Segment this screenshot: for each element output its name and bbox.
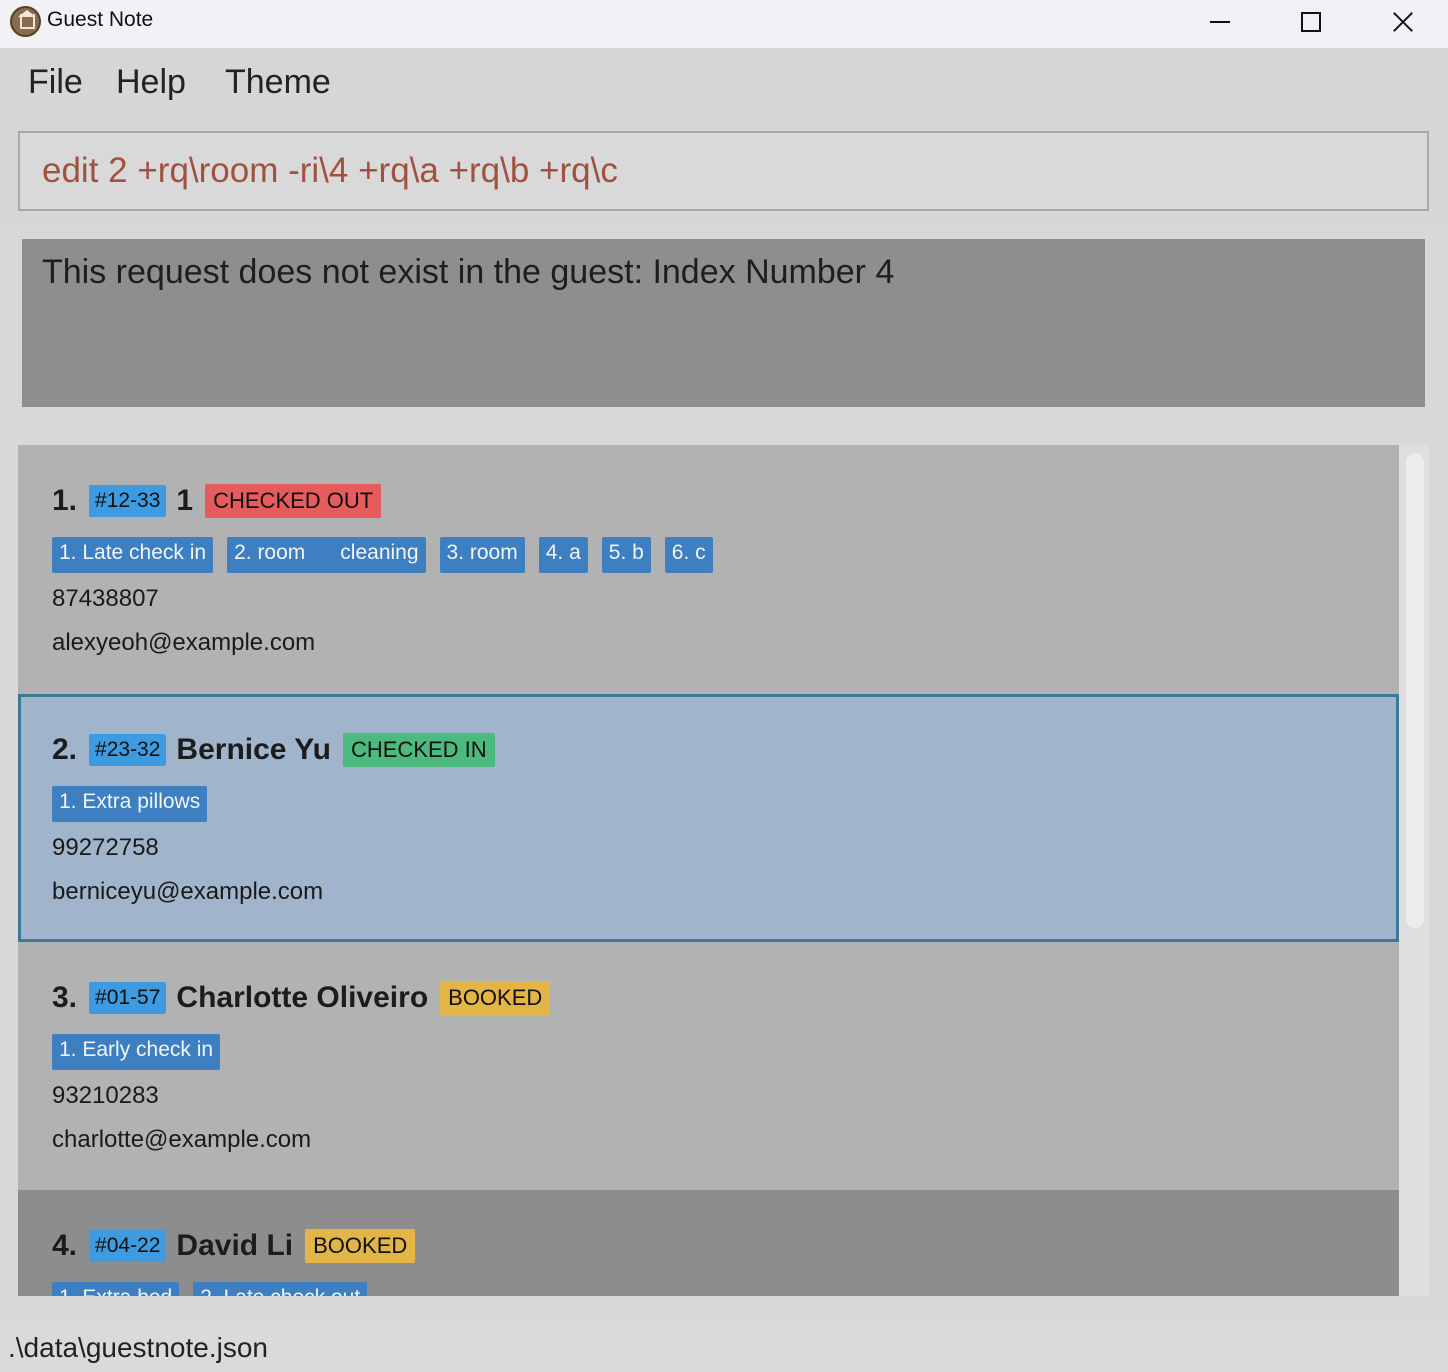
command-input[interactable]: edit 2 +rq\room -ri\4 +rq\a +rq\b +rq\c	[18, 131, 1429, 211]
request-tag: 3. room	[439, 537, 525, 573]
guest-card[interactable]: 4. #04-22 David Li BOOKED 1. Extra bed 2…	[18, 1190, 1399, 1296]
status-badge: BOOKED	[305, 1229, 416, 1263]
minimize-icon	[1210, 21, 1230, 23]
guest-card-selected[interactable]: 2. #23-32 Bernice Yu CHECKED IN 1. Extra…	[18, 694, 1399, 942]
status-badge: BOOKED	[440, 981, 551, 1015]
menu-file[interactable]: File	[28, 63, 83, 102]
maximize-button[interactable]	[1265, 0, 1357, 44]
guest-index: 2.	[52, 733, 78, 766]
maximize-icon	[1301, 12, 1321, 32]
command-text[interactable]: edit 2 +rq\room -ri\4 +rq\a +rq\b +rq\c	[42, 151, 618, 191]
guest-name: David Li	[176, 1229, 294, 1262]
guest-index: 1.	[52, 484, 78, 517]
request-tag: 1. Extra bed	[52, 1282, 180, 1296]
guest-list[interactable]: 1. #12-33 1 CHECKED OUT 1. Late check in…	[18, 445, 1399, 1296]
guest-header: 4. #04-22 David Li BOOKED	[52, 1226, 416, 1266]
request-tag: 1. Early check in	[52, 1034, 221, 1070]
room-tag: #04-22	[89, 1230, 167, 1262]
window-title: Guest Note	[47, 8, 154, 31]
guest-phone: 87438807	[52, 585, 159, 612]
guest-email: berniceyu@example.com	[52, 878, 324, 905]
request-tag: 2. room cleaning	[227, 537, 426, 573]
result-display: This request does not exist in the guest…	[22, 239, 1425, 407]
guest-name: 1	[176, 484, 194, 517]
request-tags: 1. Extra bed 2. Late check out	[52, 1282, 381, 1296]
request-tag: 4. a	[538, 537, 588, 573]
scrollbar-thumb[interactable]	[1406, 453, 1424, 928]
guest-phone: 99272758	[52, 834, 159, 861]
guest-header: 1. #12-33 1 CHECKED OUT	[52, 481, 382, 521]
room-tag: #12-33	[89, 485, 167, 517]
menu-help[interactable]: Help	[116, 63, 186, 102]
menu-theme[interactable]: Theme	[225, 63, 331, 102]
house-icon	[10, 6, 41, 37]
guest-header: 2. #23-32 Bernice Yu CHECKED IN	[52, 730, 495, 770]
room-tag: #01-57	[89, 982, 167, 1014]
request-tag: 1. Extra pillows	[52, 786, 208, 822]
guest-email: charlotte@example.com	[52, 1126, 312, 1153]
status-bar: .\data\guestnote.json	[0, 1318, 1448, 1372]
guest-name: Charlotte Oliveiro	[176, 981, 429, 1014]
title-bar: Guest Note	[0, 0, 1448, 48]
status-badge: CHECKED IN	[342, 733, 495, 767]
status-badge: CHECKED OUT	[205, 484, 382, 518]
guest-card[interactable]: 3. #01-57 Charlotte Oliveiro BOOKED 1. E…	[18, 942, 1399, 1190]
menu-bar: File Help Theme	[0, 48, 1448, 120]
request-tag: 2. Late check out	[193, 1282, 368, 1296]
guest-index: 3.	[52, 981, 78, 1014]
request-tags: 1. Extra pillows	[52, 786, 221, 822]
guest-phone: 93210283	[52, 1082, 159, 1109]
request-tag: 6. c	[664, 537, 713, 573]
close-icon	[1392, 11, 1414, 33]
request-tags: 1. Late check in 2. room cleaning 3. roo…	[52, 537, 727, 573]
result-message: This request does not exist in the guest…	[42, 253, 895, 291]
data-file-path: .\data\guestnote.json	[8, 1332, 268, 1363]
guest-index: 4.	[52, 1229, 78, 1262]
close-button[interactable]	[1357, 0, 1448, 44]
guest-name: Bernice Yu	[176, 733, 331, 766]
request-tag: 1. Late check in	[52, 537, 214, 573]
guest-header: 3. #01-57 Charlotte Oliveiro BOOKED	[52, 978, 551, 1018]
guest-card[interactable]: 1. #12-33 1 CHECKED OUT 1. Late check in…	[18, 445, 1399, 693]
request-tags: 1. Early check in	[52, 1034, 234, 1070]
room-tag: #23-32	[89, 734, 167, 766]
minimize-button[interactable]	[1174, 0, 1266, 44]
command-area: edit 2 +rq\room -ri\4 +rq\a +rq\b +rq\c	[0, 120, 1448, 224]
guest-email: alexyeoh@example.com	[52, 629, 316, 656]
request-tag: 5. b	[601, 537, 651, 573]
